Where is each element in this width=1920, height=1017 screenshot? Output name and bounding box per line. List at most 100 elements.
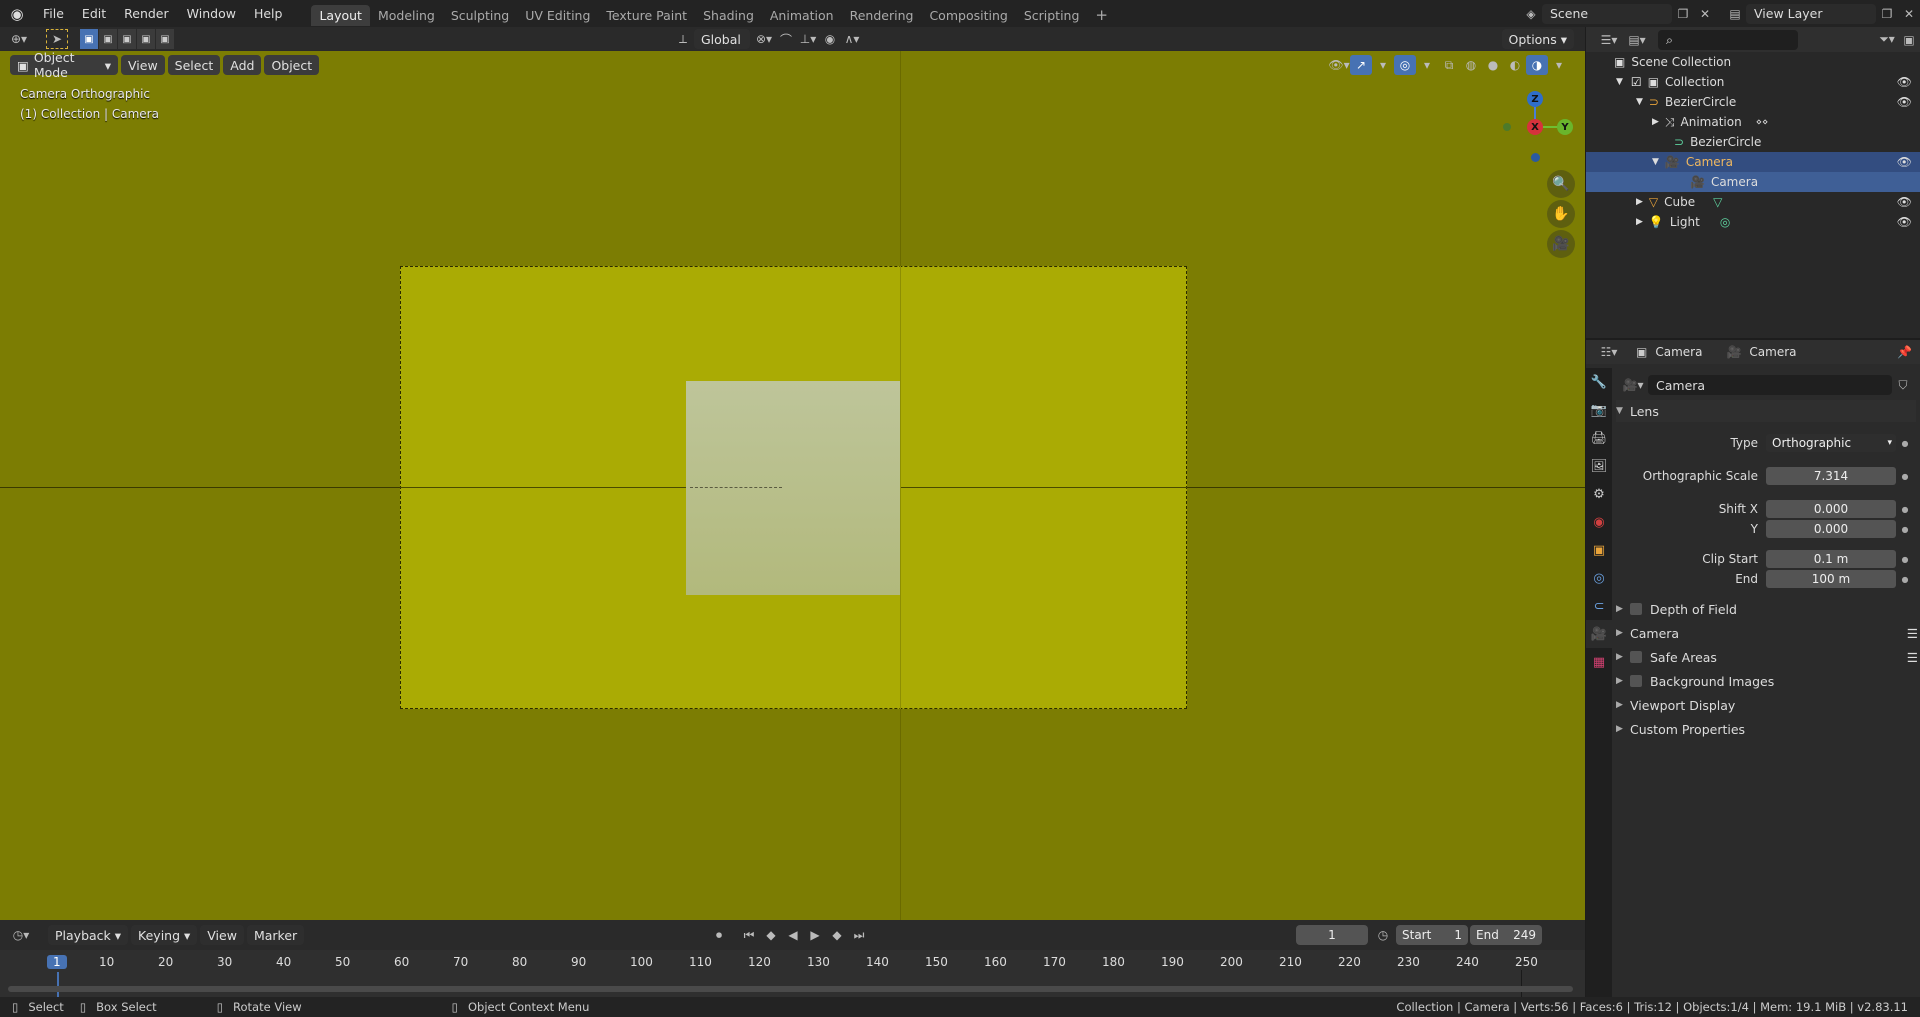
viewport-display-panel[interactable]: ▶ Viewport Display bbox=[1616, 694, 1916, 716]
transform-orientation-dropdown[interactable]: Global bbox=[694, 29, 750, 49]
next-keyframe-icon[interactable]: ◆ bbox=[826, 925, 848, 945]
tab-animation[interactable]: Animation bbox=[762, 5, 842, 26]
gizmo-neg-y-icon[interactable] bbox=[1503, 123, 1511, 131]
falloff-icon[interactable]: ∧▾ bbox=[841, 29, 863, 49]
fake-user-shield-icon[interactable]: ⛉ bbox=[1892, 375, 1914, 395]
mode-dropdown[interactable]: ▣ Object Mode ▾ bbox=[10, 51, 118, 80]
presets-list-icon[interactable]: ☰ bbox=[1907, 626, 1918, 641]
gizmo-dropdown-icon[interactable]: ▾ bbox=[1372, 55, 1394, 75]
menu-render[interactable]: Render bbox=[115, 0, 178, 27]
proportional-edit-icon[interactable]: ◉ bbox=[819, 29, 841, 49]
outliner-search-input[interactable]: ⌕ bbox=[1658, 29, 1798, 50]
outliner-row-scene-collection[interactable]: ▣ Scene Collection bbox=[1586, 52, 1920, 72]
texture-tab-icon[interactable]: ▦ bbox=[1586, 648, 1612, 676]
ortho-scale-field[interactable]: 7.314 bbox=[1766, 467, 1896, 485]
tab-scripting[interactable]: Scripting bbox=[1016, 5, 1088, 26]
lens-panel-header[interactable]: ▼ Lens bbox=[1616, 400, 1916, 422]
scene-tab-icon[interactable]: ⚙ bbox=[1586, 480, 1612, 508]
menu-timeline-view[interactable]: View bbox=[200, 925, 244, 945]
timeline-editor-type-icon[interactable]: ◷▾ bbox=[10, 925, 32, 945]
end-frame-field[interactable]: End 249 bbox=[1470, 925, 1542, 945]
view-layer-field[interactable]: View Layer bbox=[1746, 3, 1876, 24]
view-layer-icon[interactable]: ▤ bbox=[1724, 4, 1746, 24]
gizmo-x-icon[interactable]: X bbox=[1527, 119, 1543, 135]
new-scene-icon[interactable]: ❐ bbox=[1672, 4, 1694, 24]
add-workspace-button[interactable]: + bbox=[1087, 5, 1116, 26]
pan-hand-icon[interactable]: ✋ bbox=[1547, 200, 1575, 228]
remove-scene-icon[interactable]: ✕ bbox=[1694, 4, 1716, 24]
select-subtract-icon[interactable]: ▣ bbox=[118, 29, 137, 49]
properties-editor-type-icon[interactable]: ☷▾ bbox=[1598, 342, 1620, 362]
outliner-row-beziercircle-data[interactable]: ⊃ BezierCircle bbox=[1586, 132, 1920, 152]
presets-list-icon[interactable]: ☰ bbox=[1907, 650, 1918, 665]
outliner-row-cube[interactable]: ▶ ▽ Cube ▽ 👁 bbox=[1586, 192, 1920, 212]
keyframe-dot-icon[interactable]: ● bbox=[1900, 575, 1910, 584]
tab-sculpting[interactable]: Sculpting bbox=[443, 5, 517, 26]
scene-field[interactable]: Scene bbox=[1542, 3, 1672, 24]
select-intersect-icon[interactable]: ▣ bbox=[156, 29, 175, 49]
camera-data-tab-icon[interactable]: 🎥 bbox=[1586, 620, 1612, 648]
display-mode-icon[interactable]: ▤▾ bbox=[1626, 30, 1648, 50]
tool-tab-icon[interactable]: 🔧 bbox=[1586, 368, 1612, 396]
visibility-icon[interactable]: 👁▾ bbox=[1328, 55, 1350, 75]
constraints-tab-icon[interactable]: ⊂ bbox=[1586, 592, 1612, 620]
snap-target-icon[interactable]: ⊥▾ bbox=[797, 29, 819, 49]
keyframe-dot-icon[interactable]: ● bbox=[1900, 505, 1910, 514]
eye-icon[interactable]: 👁 bbox=[1897, 215, 1912, 229]
menu-object[interactable]: Object bbox=[264, 55, 320, 75]
play-icon[interactable]: ▶ bbox=[804, 925, 826, 945]
depth-of-field-panel[interactable]: ▶ Depth of Field bbox=[1616, 598, 1916, 620]
checkbox-icon[interactable] bbox=[1630, 651, 1642, 663]
eye-icon[interactable]: 👁 bbox=[1897, 75, 1912, 89]
shift-x-field[interactable]: 0.000 bbox=[1766, 500, 1896, 518]
outliner-row-light[interactable]: ▶ 💡 Light ◎ 👁 bbox=[1586, 212, 1920, 232]
outliner-row-animation[interactable]: ▶ ⤨ Animation ⋄⋄ bbox=[1586, 112, 1920, 132]
camera-panel[interactable]: ▶ Camera ☰ bbox=[1616, 622, 1918, 644]
editor-type-icon[interactable]: ⊕▾ bbox=[8, 29, 30, 49]
play-reverse-icon[interactable]: ◀ bbox=[782, 925, 804, 945]
menu-window[interactable]: Window bbox=[178, 0, 245, 27]
keyframe-dot-icon[interactable]: ● bbox=[1900, 525, 1910, 534]
keyframe-dot-icon[interactable]: ● bbox=[1900, 555, 1910, 564]
zoom-icon[interactable]: 🔍 bbox=[1547, 170, 1575, 198]
output-tab-icon[interactable]: 🖨 bbox=[1586, 424, 1612, 452]
keyframe-dot-icon[interactable]: ● bbox=[1900, 439, 1910, 448]
select-invert-icon[interactable]: ▣ bbox=[137, 29, 156, 49]
rendered-shading-icon[interactable]: ◑ bbox=[1526, 55, 1548, 75]
checkbox-icon[interactable] bbox=[1630, 603, 1642, 615]
background-images-panel[interactable]: ▶ Background Images bbox=[1616, 670, 1916, 692]
view-layer-tab-icon[interactable]: 🖼 bbox=[1586, 452, 1612, 480]
outliner-row-collection[interactable]: ▼ ☑ ▣ Collection 👁 bbox=[1586, 72, 1920, 92]
eye-icon[interactable]: 👁 bbox=[1897, 155, 1912, 169]
expand-arrow-icon[interactable]: ▼ bbox=[1616, 77, 1623, 87]
select-tool-icon[interactable]: ➤ bbox=[46, 29, 68, 49]
filter-icon[interactable]: ⏷▾ bbox=[1876, 30, 1898, 50]
tab-uv-editing[interactable]: UV Editing bbox=[517, 5, 598, 26]
options-dropdown[interactable]: Options ▾ bbox=[1501, 29, 1574, 49]
world-tab-icon[interactable]: ◉ bbox=[1586, 508, 1612, 536]
datablock-name-field[interactable]: Camera bbox=[1648, 375, 1892, 395]
prev-keyframe-icon[interactable]: ◆ bbox=[760, 925, 782, 945]
cube-object[interactable] bbox=[686, 381, 900, 595]
render-tab-icon[interactable]: 📷 bbox=[1586, 396, 1612, 424]
menu-help[interactable]: Help bbox=[245, 0, 292, 27]
tab-compositing[interactable]: Compositing bbox=[921, 5, 1015, 26]
outliner-row-camera[interactable]: ▼ 🎥 Camera 👁 bbox=[1586, 152, 1920, 172]
tab-shading[interactable]: Shading bbox=[695, 5, 762, 26]
blender-logo-icon[interactable]: ◉ bbox=[0, 0, 34, 27]
menu-playback[interactable]: Playback ▾ bbox=[48, 925, 129, 945]
custom-properties-panel[interactable]: ▶ Custom Properties bbox=[1616, 718, 1916, 740]
preview-range-icon[interactable]: ◷ bbox=[1372, 925, 1394, 945]
datablock-browse-icon[interactable]: 🎥▾ bbox=[1622, 375, 1644, 395]
tab-modeling[interactable]: Modeling bbox=[370, 5, 443, 26]
gizmo-neg-z-icon[interactable] bbox=[1531, 153, 1540, 162]
xray-icon[interactable]: ⧉ bbox=[1438, 55, 1460, 75]
new-view-layer-icon[interactable]: ❐ bbox=[1876, 4, 1898, 24]
record-icon[interactable]: ⏺ bbox=[708, 925, 730, 945]
scene-icon[interactable]: ◈ bbox=[1520, 4, 1542, 24]
checkbox-icon[interactable] bbox=[1630, 675, 1642, 687]
wireframe-shading-icon[interactable]: ◍ bbox=[1460, 55, 1482, 75]
gizmo-z-icon[interactable]: Z bbox=[1527, 91, 1543, 107]
camera-view-icon[interactable]: 🎥 bbox=[1547, 230, 1575, 258]
snap-icon[interactable]: ⌒ bbox=[775, 29, 797, 49]
